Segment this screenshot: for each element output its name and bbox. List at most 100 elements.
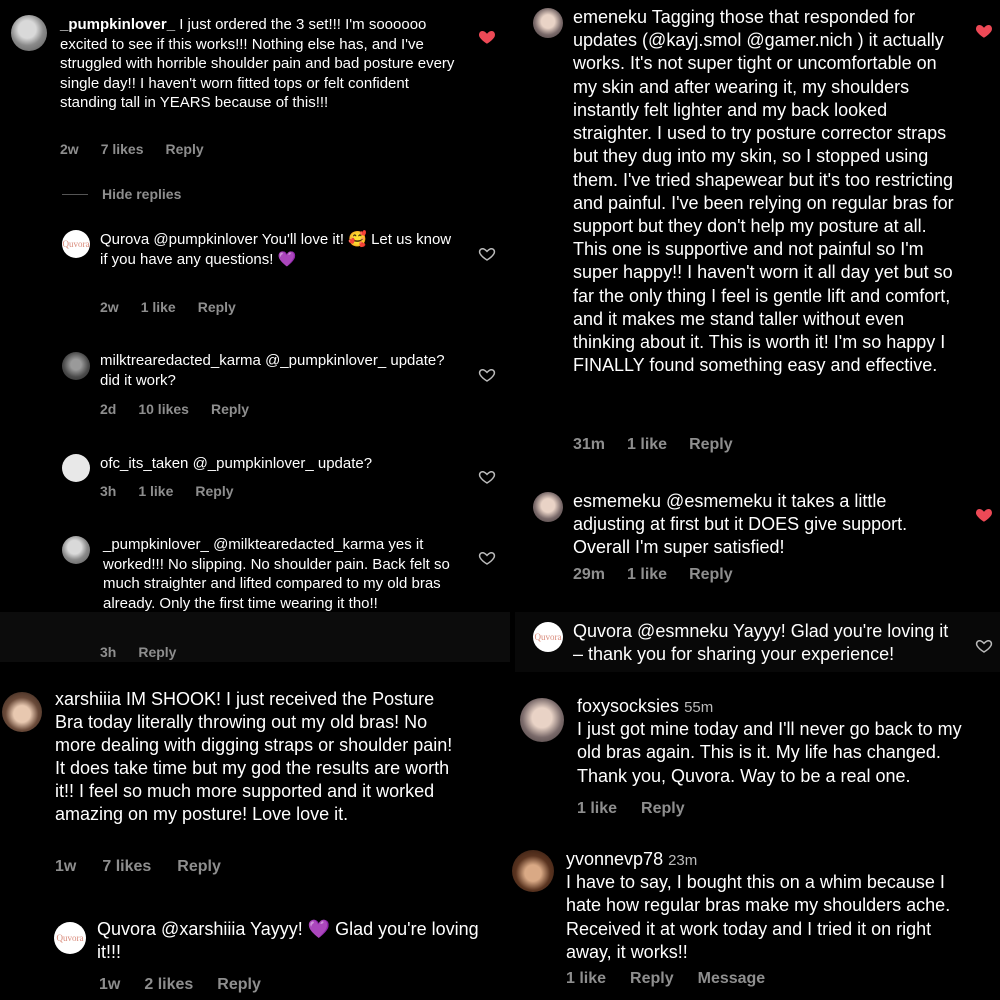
username[interactable]: xarshiiia [55,689,121,709]
likes-count[interactable]: 2 likes [144,976,193,994]
avatar[interactable] [62,454,90,482]
comment-text: Quvora @xarshiiia Yayyy! 💜 Glad you're l… [97,918,497,964]
reply-button[interactable]: Reply [198,299,236,315]
heart-outline-icon[interactable] [478,549,496,567]
avatar[interactable] [533,492,563,522]
comment-text: Qurova @pumpkinlover You'll love it! 🥰 L… [100,230,460,269]
comment-text: xarshiiia IM SHOOK! I just received the … [55,688,465,826]
comment-body: @pumpkinlover You'll love it! 🥰 Let us k… [100,231,452,268]
username[interactable]: milktrearedacted_karma [100,352,261,369]
avatar[interactable] [520,698,564,742]
likes-count[interactable]: 1 like [141,299,176,315]
reply-button[interactable]: Reply [630,970,674,988]
comment-text: emeneku Tagging those that responded for… [573,6,958,378]
comment-meta: 1 like Reply [577,800,685,818]
comment-text: ofc_its_taken @_pumpkinlover_ update? [100,454,460,474]
comment-text: milktrearedacted_karma @_pumpkinlover_ u… [100,351,460,390]
hide-replies-label[interactable]: Hide replies [102,186,181,202]
likes-count[interactable]: 1 like [566,970,606,988]
avatar-brand-text: Quvora [56,933,84,943]
heart-outline-icon[interactable] [478,245,496,263]
reply-button[interactable]: Reply [211,401,249,417]
heart-outline-icon[interactable] [478,468,496,486]
message-button[interactable]: Message [698,970,766,988]
timestamp: 2d [100,401,117,417]
avatar[interactable] [512,850,554,892]
avatar[interactable]: Quvora [62,230,90,258]
comment-meta: 31m 1 like Reply [573,436,733,454]
username[interactable]: yvonnevp78 [566,849,663,869]
comment-text: foxysocksies 55m I just got mine today a… [577,695,977,788]
avatar[interactable] [11,15,47,51]
avatar[interactable] [533,8,563,38]
heart-outline-icon[interactable] [478,366,496,384]
username[interactable]: esmemeku [573,491,661,511]
comment-meta: 3h 1 like Reply [100,483,234,499]
likes-count[interactable]: 1 like [138,483,173,499]
username[interactable]: emeneku [573,7,647,27]
avatar-brand-text: Quvora [62,239,90,249]
reply-button[interactable]: Reply [195,483,233,499]
timestamp: 3h [100,644,117,660]
divider [62,193,88,195]
comment-meta: 2w 1 like Reply [100,299,236,315]
likes-count[interactable]: 7 likes [102,858,151,876]
comment-body: I just got mine today and I'll never go … [577,719,962,786]
hide-replies[interactable]: Hide replies [62,186,181,202]
timestamp: 1w [55,858,77,875]
username[interactable]: Qurova [100,231,149,248]
avatar[interactable] [62,536,90,564]
reply-button[interactable]: Reply [641,800,685,818]
avatar[interactable] [2,692,42,732]
timestamp: 3h [100,483,117,499]
reply-button[interactable]: Reply [138,644,176,660]
likes-count[interactable]: 1 like [577,800,617,818]
timestamp: 2w [60,141,79,157]
timestamp: 29m [573,566,606,583]
username[interactable]: _pumpkinlover_ [103,536,209,553]
comment-body: I have to say, I bought this on a whim b… [566,872,951,962]
comment-text: _pumpkinlover_ I just ordered the 3 set!… [60,15,460,113]
timestamp: 23m [668,852,698,869]
comment-body: @_pumpkinlover_ update? [192,455,373,472]
comment-body: Tagging those that responded for updates… [573,7,954,376]
heart-outline-icon[interactable] [975,637,993,655]
reply-button[interactable]: Reply [166,141,204,157]
heart-liked-icon[interactable] [975,506,993,524]
comment-meta: 2w 7 likes Reply [60,141,204,157]
avatar[interactable] [62,352,90,380]
heart-liked-icon[interactable] [975,22,993,40]
timestamp: 2w [100,299,119,315]
heart-liked-icon[interactable] [478,28,496,46]
comment-meta: 2d 10 likes Reply [100,401,249,417]
username[interactable]: _pumpkinlover_ [60,16,175,33]
likes-count[interactable]: 10 likes [138,401,189,417]
likes-count[interactable]: 7 likes [101,141,144,157]
username[interactable]: Quvora [97,919,156,939]
comment-meta: 1 like Reply Message [566,970,765,988]
comment-text: yvonnevp78 23m I have to say, I bought t… [566,848,976,964]
comment-body: IM SHOOK! I just received the Posture Br… [55,689,453,825]
username[interactable]: Quvora [573,621,632,641]
timestamp: 55m [684,699,714,716]
comment-meta: 1w 2 likes Reply [99,976,261,994]
comment-text: Quvora @esmneku Yayyy! Glad you're lovin… [573,620,953,666]
comment-meta: 3h Reply [100,644,176,660]
comment-text: esmemeku @esmemeku it takes a little adj… [573,490,958,560]
reply-button[interactable]: Reply [689,436,733,454]
likes-count[interactable]: 1 like [627,436,667,454]
avatar[interactable]: Quvora [54,922,86,954]
reply-button[interactable]: Reply [689,566,733,584]
timestamp: 1w [99,976,121,993]
username[interactable]: foxysocksies [577,696,679,716]
likes-count[interactable]: 1 like [627,566,667,584]
bg-band [0,612,510,662]
timestamp: 31m [573,436,606,453]
username[interactable]: ofc_its_taken [100,455,188,472]
comment-meta: 1w 7 likes Reply [55,858,221,876]
comment-meta: 29m 1 like Reply [573,566,733,584]
comment-text: _pumpkinlover_ @milktearedacted_karma ye… [103,535,458,613]
reply-button[interactable]: Reply [217,976,261,994]
avatar[interactable]: Quvora [533,622,563,652]
reply-button[interactable]: Reply [177,858,221,876]
